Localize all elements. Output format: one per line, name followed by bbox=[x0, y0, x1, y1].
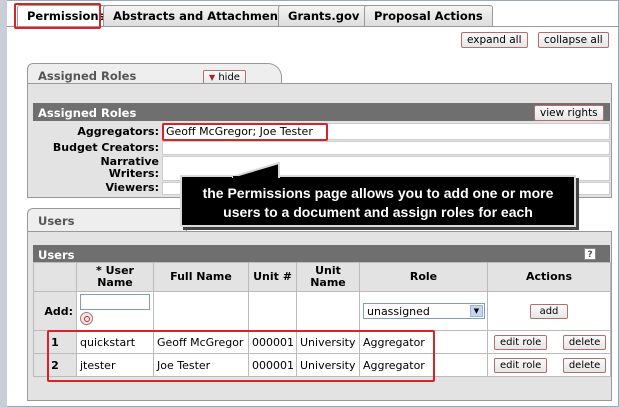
add-button[interactable]: add bbox=[529, 303, 569, 319]
collapse-all-button[interactable]: collapse all bbox=[538, 32, 609, 48]
add-full-name-cell bbox=[153, 291, 249, 331]
add-role-cell: unassigned ▼ bbox=[359, 291, 488, 331]
aggregators-highlight bbox=[162, 123, 328, 141]
unit-num-column-header: Unit # bbox=[248, 262, 297, 292]
expand-all-button[interactable]: expand all bbox=[461, 32, 528, 48]
callout-pointer bbox=[231, 162, 280, 178]
tab-grants-gov[interactable]: Grants.gov bbox=[278, 5, 370, 27]
delete-button[interactable]: delete bbox=[562, 357, 607, 373]
actions-cell: edit role delete bbox=[487, 353, 611, 377]
callout-line-2: users to a document and assign roles for… bbox=[223, 204, 533, 220]
assigned-roles-header: Assigned Roles bbox=[33, 103, 610, 121]
panel-tab-title: Assigned Roles bbox=[38, 69, 137, 83]
table-header-row: * User Name Full Name Unit # Unit Name R… bbox=[33, 262, 611, 292]
add-label: Add: bbox=[33, 291, 77, 331]
add-user-cell bbox=[76, 291, 154, 331]
edit-role-button[interactable]: edit role bbox=[494, 334, 548, 350]
viewers-label: Viewers: bbox=[33, 182, 159, 195]
users-header: Users bbox=[33, 245, 610, 263]
delete-button[interactable]: delete bbox=[562, 334, 607, 350]
role-column-header: Role bbox=[359, 262, 488, 292]
user-name-column-header: * User Name bbox=[76, 262, 154, 292]
budget-creators-label: Budget Creators: bbox=[33, 141, 159, 155]
user-name-input[interactable] bbox=[80, 294, 150, 310]
permissions-tab-highlight bbox=[14, 3, 101, 29]
callout-line-1: the Permissions page allows you to add o… bbox=[202, 185, 554, 201]
section-title: Assigned Roles bbox=[38, 106, 137, 120]
aggregators-label: Aggregators: bbox=[33, 124, 159, 139]
full-name-column-header: Full Name bbox=[153, 262, 249, 292]
panel-tab-title: Users bbox=[38, 214, 75, 228]
role-select-value: unassigned bbox=[367, 305, 430, 318]
callout-box: the Permissions page allows you to add o… bbox=[180, 175, 576, 227]
left-edge-bar bbox=[0, 0, 7, 407]
section-title: Users bbox=[38, 248, 75, 262]
users-panel-tab: Users bbox=[27, 208, 187, 232]
add-unit-name-cell bbox=[296, 291, 360, 331]
chevron-down-icon: ▼ bbox=[470, 305, 483, 317]
add-row: Add: unassigned ▼ add bbox=[33, 291, 611, 331]
view-rights-button[interactable]: view rights bbox=[534, 105, 604, 121]
tab-label: Grants.gov bbox=[288, 9, 360, 23]
triangle-down-icon: ▼ bbox=[209, 73, 216, 82]
edit-role-button[interactable]: edit role bbox=[494, 357, 548, 373]
add-action-cell: add bbox=[487, 291, 611, 331]
tab-abstracts-and-attachments[interactable]: Abstracts and Attachments bbox=[103, 5, 301, 27]
actions-column-header: Actions bbox=[487, 262, 611, 292]
tab-label: Abstracts and Attachments bbox=[113, 9, 291, 23]
help-icon[interactable]: ? bbox=[584, 248, 596, 260]
tab-proposal-actions[interactable]: Proposal Actions bbox=[364, 5, 493, 27]
actions-cell: edit role delete bbox=[487, 330, 611, 354]
add-unit-num-cell bbox=[248, 291, 297, 331]
narrative-writers-label: Narrative Writers: bbox=[83, 156, 159, 182]
lookup-icon[interactable] bbox=[80, 312, 93, 325]
num-column-header bbox=[33, 262, 77, 292]
hide-label: hide bbox=[218, 72, 240, 83]
unit-name-column-header: Unit Name bbox=[296, 262, 360, 292]
budget-creators-value bbox=[162, 141, 610, 155]
tab-label: Proposal Actions bbox=[374, 9, 483, 23]
role-select[interactable]: unassigned ▼ bbox=[363, 303, 485, 319]
user-rows-highlight bbox=[47, 330, 435, 382]
